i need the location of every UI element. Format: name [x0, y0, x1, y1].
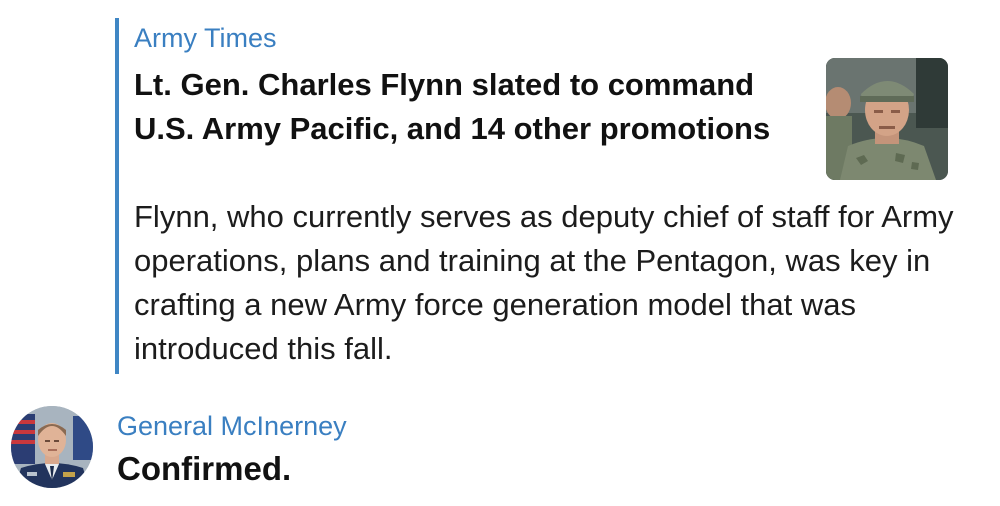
officer-portrait-icon [11, 406, 93, 488]
author-avatar[interactable] [11, 406, 93, 488]
link-preview-card[interactable]: Army Times Lt. Gen. Charles Flynn slated… [115, 18, 985, 374]
preview-accent-bar [115, 18, 119, 374]
preview-thumbnail-image[interactable] [826, 58, 948, 180]
author-name[interactable]: General McInerney [117, 408, 347, 444]
soldier-photo-icon [826, 58, 948, 180]
message-text: Confirmed. [117, 450, 292, 487]
preview-source-name[interactable]: Army Times [134, 20, 277, 56]
preview-description: Flynn, who currently serves as deputy ch… [134, 199, 954, 366]
preview-title[interactable]: Lt. Gen. Charles Flynn slated to command… [134, 63, 784, 151]
